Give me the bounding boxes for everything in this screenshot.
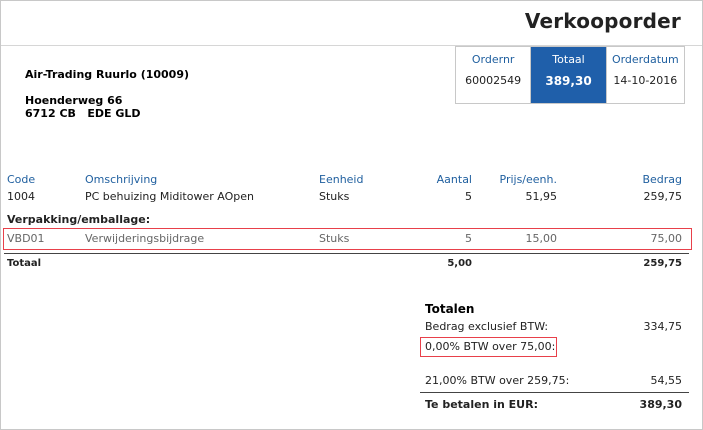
section-row-code: VBD01 <box>7 232 45 245</box>
total-row-label: Totaal <box>7 258 42 269</box>
total-row-amount: 259,75 <box>643 258 682 269</box>
ordernr-value: 60002549 <box>465 74 522 87</box>
total-cell: Totaal 389,30 <box>531 47 606 103</box>
ordernr-cell: Ordernr 60002549 <box>456 47 532 103</box>
row-desc: PC behuizing Miditower AOpen <box>85 190 254 203</box>
col-header-unit: Eenheid <box>319 173 364 186</box>
section-row-price: 15,00 <box>525 232 558 245</box>
section-label: Verpakking/emballage: <box>7 213 151 226</box>
ordernr-label: Ordernr <box>471 53 515 66</box>
vat0-label: 0,00% BTW over 75,00: <box>425 340 556 353</box>
total-divider <box>4 253 689 254</box>
pay-value: 389,30 <box>639 398 682 411</box>
section-row-amount: 75,00 <box>650 232 683 245</box>
col-header-qty: Aantal <box>436 173 472 186</box>
page-title: Verkooporder <box>524 9 681 33</box>
customer-name: Air-Trading Ruurlo (10009) <box>25 68 190 81</box>
excl-vat-value: 334,75 <box>643 320 683 333</box>
orderdate-value: 14-10-2016 <box>613 74 678 87</box>
section-row-unit: Stuks <box>319 232 350 245</box>
col-header-price: Prijs/eenh. <box>499 173 558 186</box>
section-row-desc: Verwijderingsbijdrage <box>85 232 205 245</box>
row-price: 51,95 <box>525 190 558 203</box>
row-amount: 259,75 <box>643 190 683 203</box>
total-row-qty: 5,00 <box>447 258 472 269</box>
col-header-amount: Bedrag <box>642 173 682 186</box>
totals-heading: Totalen <box>425 302 475 316</box>
orderdate-cell: Orderdatum 14-10-2016 <box>605 47 684 103</box>
vat21-value: 54,55 <box>650 374 683 387</box>
excl-vat-label: Bedrag exclusief BTW: <box>425 320 549 333</box>
pay-label: Te betalen in EUR: <box>425 398 538 411</box>
col-header-code: Code <box>7 173 36 186</box>
order-info-box: Ordernr 60002549 Totaal 389,30 Orderdatu… <box>455 46 685 104</box>
row-unit: Stuks <box>319 190 350 203</box>
section-row-qty: 5 <box>465 232 472 245</box>
col-header-desc: Omschrijving <box>85 173 158 186</box>
total-label: Totaal <box>552 53 585 66</box>
customer-street: Hoenderweg 66 <box>25 94 123 107</box>
orderdate-label: Orderdatum <box>611 53 679 66</box>
customer-postal-city: 6712 CB EDE GLD <box>25 107 141 120</box>
pay-divider <box>420 392 689 393</box>
total-value: 389,30 <box>545 74 592 88</box>
vat21-label: 21,00% BTW over 259,75: <box>425 374 570 387</box>
row-code: 1004 <box>7 190 35 203</box>
row-qty: 5 <box>465 190 472 203</box>
